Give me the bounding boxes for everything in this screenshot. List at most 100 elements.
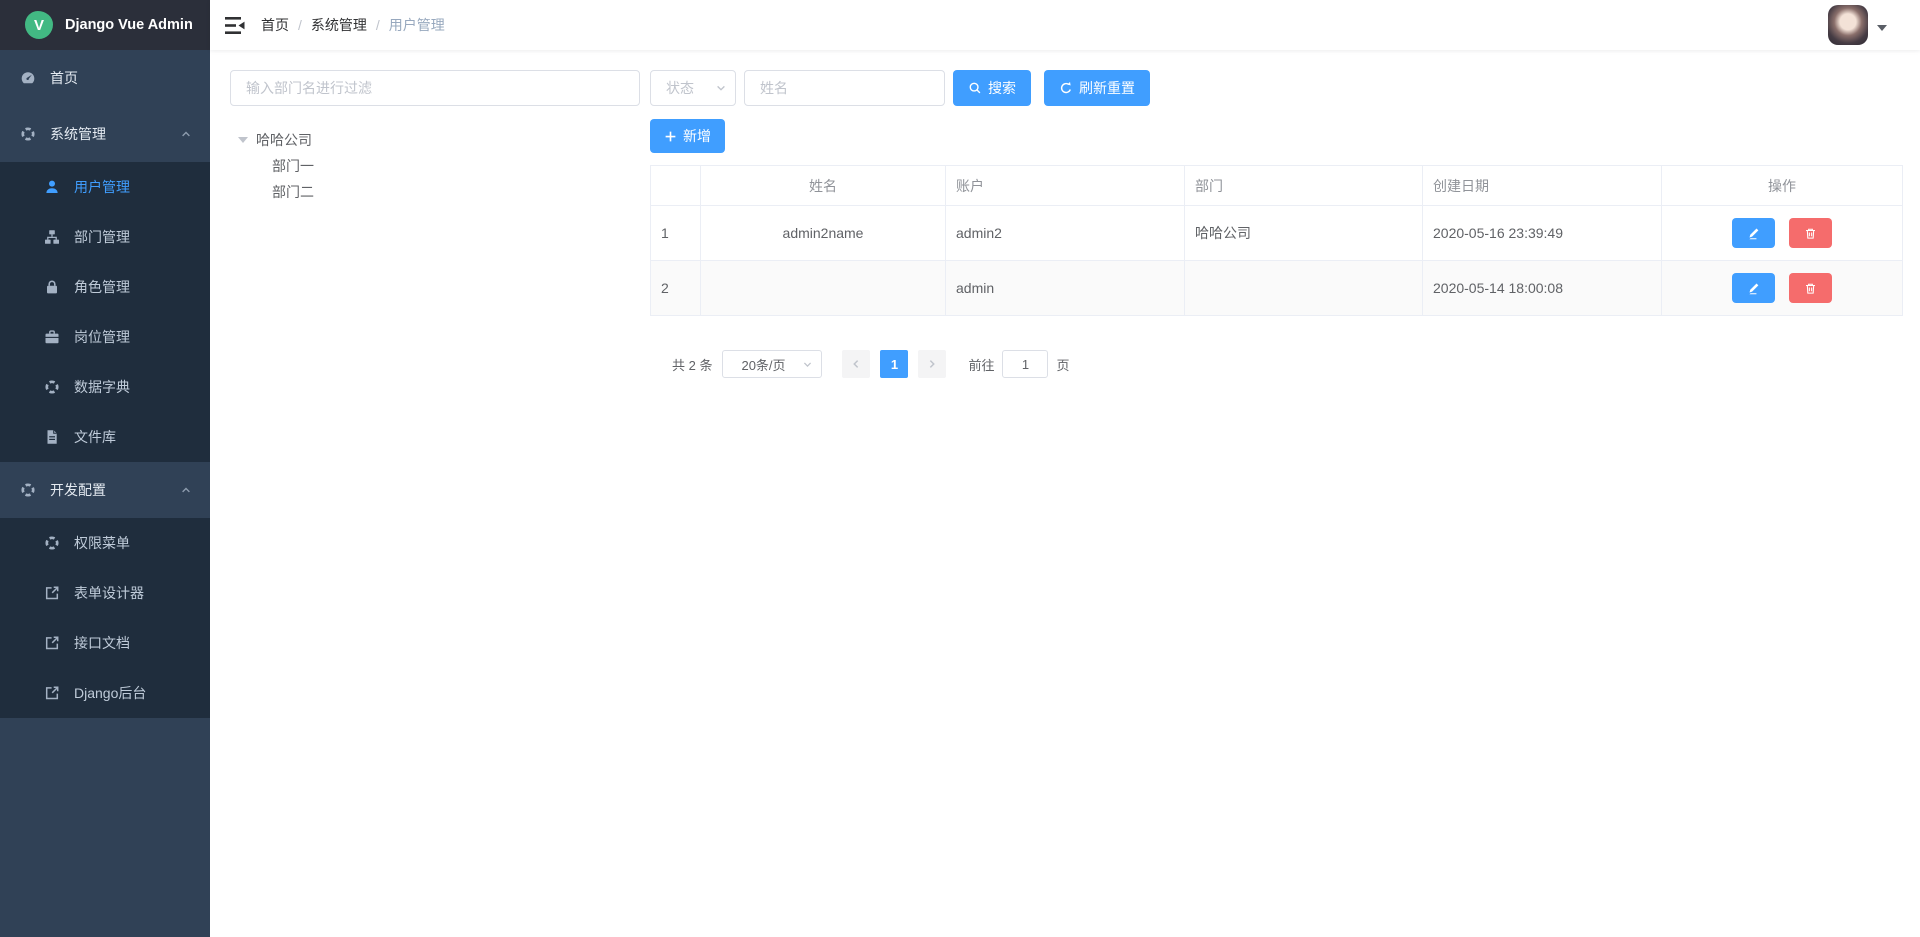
- edit-button[interactable]: [1732, 273, 1775, 303]
- sidebar-item-label: 数据字典: [74, 377, 130, 397]
- chevron-up-icon: [180, 128, 192, 140]
- cell-index: 1: [651, 206, 701, 261]
- delete-button[interactable]: [1789, 273, 1832, 303]
- trash-icon: [1804, 282, 1817, 295]
- app-logo[interactable]: V Django Vue Admin: [0, 0, 210, 50]
- briefcase-icon: [44, 329, 60, 345]
- sidebar-item-label: Django后台: [74, 683, 146, 703]
- sidebar-item-label: 首页: [50, 68, 78, 88]
- prev-page-button[interactable]: [842, 350, 870, 378]
- component-icon: [20, 126, 36, 142]
- column-name: 姓名: [701, 166, 946, 206]
- cell-actions: [1662, 206, 1903, 261]
- edit-button[interactable]: [1732, 218, 1775, 248]
- sidebar-item-user-mgmt[interactable]: 用户管理: [0, 162, 210, 212]
- cell-account: admin: [946, 261, 1185, 316]
- search-button-label: 搜索: [988, 78, 1016, 98]
- goto-page-input[interactable]: [1002, 350, 1048, 378]
- add-button[interactable]: 新增: [650, 119, 725, 153]
- sidebar-item-label: 用户管理: [74, 177, 130, 197]
- external-link-icon: [44, 685, 60, 701]
- hamburger-icon[interactable]: [225, 17, 245, 34]
- cell-dept: [1185, 261, 1423, 316]
- cell-dept: 哈哈公司: [1185, 206, 1423, 261]
- sidebar-item-label: 部门管理: [74, 227, 130, 247]
- breadcrumb-separator: /: [376, 17, 380, 33]
- top-navbar: 首页 / 系统管理 / 用户管理: [210, 0, 1920, 50]
- cell-created: 2020-05-14 18:00:08: [1423, 261, 1662, 316]
- breadcrumb: 首页 / 系统管理 / 用户管理: [261, 15, 445, 35]
- sidebar-item-post-mgmt[interactable]: 岗位管理: [0, 312, 210, 362]
- sidebar-item-label: 岗位管理: [74, 327, 130, 347]
- pencil-icon: [1747, 227, 1760, 240]
- sidebar-item-api-docs[interactable]: 接口文档: [0, 618, 210, 668]
- tree-node-company[interactable]: 哈哈公司: [230, 127, 640, 153]
- table-row: 1 admin2name admin2 哈哈公司 2020-05-16 23:3…: [651, 206, 1903, 261]
- refresh-reset-button[interactable]: 刷新重置: [1044, 70, 1150, 106]
- sidebar-item-permission-menu[interactable]: 权限菜单: [0, 518, 210, 568]
- breadcrumb-separator: /: [298, 17, 302, 33]
- search-icon: [968, 81, 982, 95]
- sidebar-group-devconfig[interactable]: 开发配置: [0, 462, 210, 518]
- plus-icon: [664, 130, 677, 143]
- app-logo-icon: V: [25, 11, 53, 39]
- add-button-label: 新增: [683, 126, 711, 146]
- breadcrumb-current: 用户管理: [389, 15, 445, 35]
- tree-node-label: 部门一: [272, 156, 314, 176]
- page-number-button[interactable]: 1: [880, 350, 908, 378]
- external-link-icon: [44, 585, 60, 601]
- search-button[interactable]: 搜索: [953, 70, 1031, 106]
- status-select[interactable]: 状态: [650, 70, 736, 106]
- sidebar-group-system[interactable]: 系统管理: [0, 106, 210, 162]
- sidebar-menu: 首页 系统管理 用户管理 部门管理 角色管理: [0, 50, 210, 718]
- refresh-reset-button-label: 刷新重置: [1079, 78, 1135, 98]
- name-filter-input[interactable]: [744, 70, 945, 106]
- status-select-placeholder: 状态: [666, 78, 694, 98]
- sidebar-item-label: 权限菜单: [74, 533, 130, 553]
- user-icon: [44, 179, 60, 195]
- tree-node-label: 哈哈公司: [256, 130, 312, 150]
- page-size-value: 20条/页: [741, 355, 785, 374]
- breadcrumb-system-mgmt[interactable]: 系统管理: [311, 15, 367, 35]
- caret-down-icon[interactable]: [1877, 25, 1887, 31]
- sidebar-item-file-library[interactable]: 文件库: [0, 412, 210, 462]
- cell-name: admin2name: [701, 206, 946, 261]
- department-filter-input[interactable]: [230, 70, 640, 106]
- org-tree-icon: [44, 229, 60, 245]
- column-actions: 操作: [1662, 166, 1903, 206]
- sidebar-item-label: 文件库: [74, 427, 116, 447]
- sidebar-submenu-system: 用户管理 部门管理 角色管理 岗位管理 数据字典: [0, 162, 210, 462]
- tree-node-dept1[interactable]: 部门一: [230, 153, 640, 179]
- pagination: 共 2 条 20条/页 1 前往 页: [650, 350, 1902, 378]
- sidebar-item-form-designer[interactable]: 表单设计器: [0, 568, 210, 618]
- chevron-up-icon: [180, 484, 192, 496]
- sidebar: V Django Vue Admin 首页 系统管理 用户管理 部门: [0, 0, 210, 937]
- breadcrumb-home[interactable]: 首页: [261, 15, 289, 35]
- user-panel: 状态 搜索 刷新重置 新增: [650, 70, 1902, 378]
- sidebar-item-label: 接口文档: [74, 633, 130, 653]
- chevron-left-icon: [850, 358, 862, 370]
- delete-button[interactable]: [1789, 218, 1832, 248]
- column-dept: 部门: [1185, 166, 1423, 206]
- pencil-icon: [1747, 282, 1760, 295]
- user-avatar[interactable]: [1828, 5, 1868, 45]
- tree-node-dept2[interactable]: 部门二: [230, 179, 640, 205]
- filter-row: 状态 搜索 刷新重置: [650, 70, 1902, 106]
- sidebar-item-data-dict[interactable]: 数据字典: [0, 362, 210, 412]
- sidebar-item-role-mgmt[interactable]: 角色管理: [0, 262, 210, 312]
- menu-icon: [44, 535, 60, 551]
- column-account: 账户: [946, 166, 1185, 206]
- sidebar-item-dept-mgmt[interactable]: 部门管理: [0, 212, 210, 262]
- caret-down-icon[interactable]: [238, 137, 248, 143]
- next-page-button[interactable]: [918, 350, 946, 378]
- dict-icon: [44, 379, 60, 395]
- sidebar-item-home[interactable]: 首页: [0, 50, 210, 106]
- pagination-goto-label: 前往: [968, 355, 994, 374]
- app-title: Django Vue Admin: [65, 17, 193, 33]
- chevron-down-icon: [715, 82, 727, 94]
- page-size-select[interactable]: 20条/页: [722, 350, 822, 378]
- navbar-right: [1828, 5, 1887, 45]
- sidebar-item-django-admin[interactable]: Django后台: [0, 668, 210, 718]
- sidebar-item-label: 表单设计器: [74, 583, 144, 603]
- sidebar-group-label: 系统管理: [50, 124, 106, 144]
